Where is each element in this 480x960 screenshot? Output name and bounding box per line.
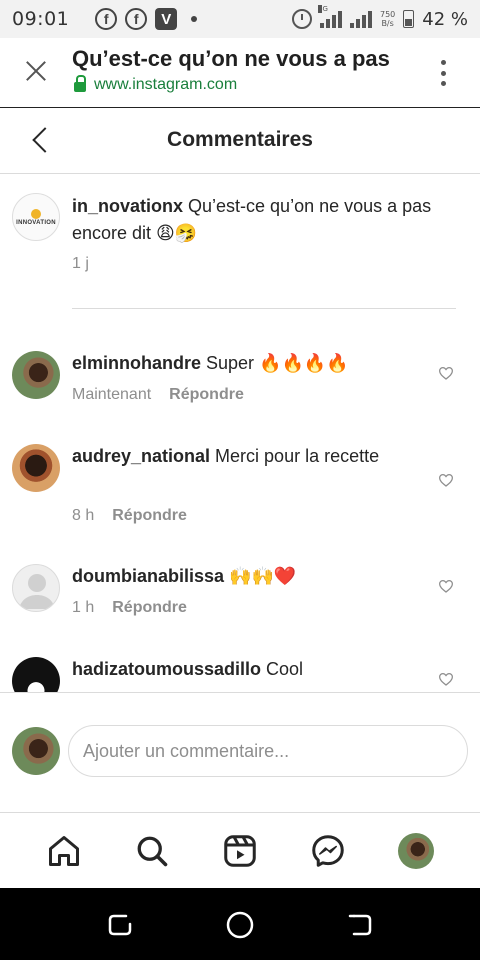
v-app-icon: V — [155, 8, 178, 30]
comment-username[interactable]: doumbianabilissa — [72, 566, 224, 586]
reply-button[interactable]: Répondre — [169, 386, 244, 404]
post-caption: INNOVATION in_novationx Qu’est-ce qu’on … — [0, 175, 480, 309]
lock-icon — [74, 75, 86, 92]
heart-icon[interactable] — [438, 579, 454, 593]
nav-reels[interactable] — [216, 827, 264, 875]
comment-input[interactable] — [68, 725, 468, 777]
speed-unit: B/s — [381, 19, 394, 28]
comment-body: hadizatoumoussadillo Cool — [72, 655, 422, 683]
more-options-icon[interactable] — [440, 60, 446, 86]
comment-text: Merci pour la recette — [210, 446, 380, 466]
heart-icon[interactable] — [438, 473, 454, 487]
home-circle-icon[interactable] — [225, 910, 255, 940]
search-icon — [137, 836, 168, 866]
page-title: Qu’est-ce qu’on ne vous a pas — [72, 46, 390, 71]
bottom-nav — [0, 813, 480, 888]
comment-username[interactable]: audrey_national — [72, 446, 210, 466]
facebook-icon: f — [95, 8, 118, 30]
comment-body: audrey_national Merci pour la recette — [72, 442, 422, 470]
browser-toolbar: Qu’est-ce qu’on ne vous a pas www.instag… — [0, 38, 480, 108]
nav-profile[interactable] — [392, 827, 440, 875]
comment-time: Maintenant — [72, 386, 152, 403]
profile-avatar — [398, 832, 434, 869]
url-text: www.instagram.com — [94, 76, 238, 93]
clock: 09:01 — [12, 8, 70, 30]
logo-text: INNOVATION — [16, 219, 56, 226]
system-nav-bar — [0, 888, 480, 960]
comment-composer — [0, 692, 480, 813]
signal-icon — [349, 10, 372, 28]
nav-search[interactable] — [128, 827, 176, 875]
reply-button[interactable]: Répondre — [112, 599, 187, 617]
avatar — [12, 727, 60, 775]
comment-username[interactable]: hadizatoumoussadillo — [72, 659, 261, 679]
avatar[interactable] — [12, 444, 60, 492]
messenger-icon — [312, 834, 344, 867]
alarm-icon — [291, 9, 312, 29]
avatar[interactable]: INNOVATION — [12, 193, 60, 241]
url-row: www.instagram.com — [74, 75, 238, 94]
home-icon — [49, 835, 79, 866]
comment-text: Cool — [261, 659, 304, 679]
caption-text: in_novationx Qu’est-ce qu’on ne vous a p… — [72, 193, 472, 247]
header-title: Commentaires — [167, 128, 313, 151]
comment-text: 🙌🙌❤️ — [224, 566, 297, 586]
signal-icon: 4G — [317, 5, 342, 28]
notification-icons: f f V — [95, 8, 198, 30]
nav-messenger[interactable] — [304, 827, 352, 875]
heart-icon[interactable] — [438, 366, 454, 380]
comment-meta: 8 h Répondre — [72, 507, 187, 525]
caption-time: 1 j — [72, 255, 89, 272]
caption-username[interactable]: in_novationx — [72, 196, 183, 216]
network-speed: 750 B/s — [380, 10, 395, 28]
notification-dot-icon — [191, 16, 198, 22]
app-header: Commentaires — [0, 108, 480, 174]
network-label: 4G — [317, 5, 328, 13]
reply-button[interactable]: Répondre — [112, 507, 187, 525]
back-icon[interactable] — [345, 910, 375, 940]
status-bar: 09:01 f f V 4G 750 B/s 42 % — [0, 0, 480, 38]
bulb-icon — [31, 208, 41, 219]
comment-meta: 1 h Répondre — [72, 599, 187, 617]
recents-icon[interactable] — [105, 910, 135, 940]
battery-icon — [403, 10, 415, 28]
close-icon[interactable] — [25, 60, 47, 82]
comment-time: 8 h — [72, 507, 95, 524]
status-right: 4G 750 B/s 42 % — [291, 5, 468, 30]
comment-body: elminnohandre Super 🔥🔥🔥🔥 — [72, 349, 422, 377]
default-avatar-icon — [19, 574, 55, 609]
avatar[interactable] — [12, 564, 60, 612]
comment-meta: Maintenant Répondre — [72, 386, 244, 404]
reels-icon — [224, 834, 256, 867]
avatar[interactable] — [12, 351, 60, 399]
speed-value: 750 — [379, 10, 396, 19]
comments-list[interactable]: elminnohandre Super 🔥🔥🔥🔥 Maintenant Répo… — [0, 309, 480, 692]
comment-username[interactable]: elminnohandre — [72, 353, 201, 373]
status-left: 09:01 f f V — [12, 8, 198, 30]
comment-body: doumbianabilissa 🙌🙌❤️ — [72, 562, 422, 590]
nav-home[interactable] — [40, 827, 88, 875]
comment-text: Super 🔥🔥🔥🔥 — [201, 353, 349, 373]
heart-icon[interactable] — [438, 672, 454, 686]
facebook-icon: f — [125, 8, 148, 30]
battery-level: 42 % — [422, 8, 468, 30]
avatar[interactable] — [12, 657, 60, 692]
comment-time: 1 h — [72, 599, 95, 616]
